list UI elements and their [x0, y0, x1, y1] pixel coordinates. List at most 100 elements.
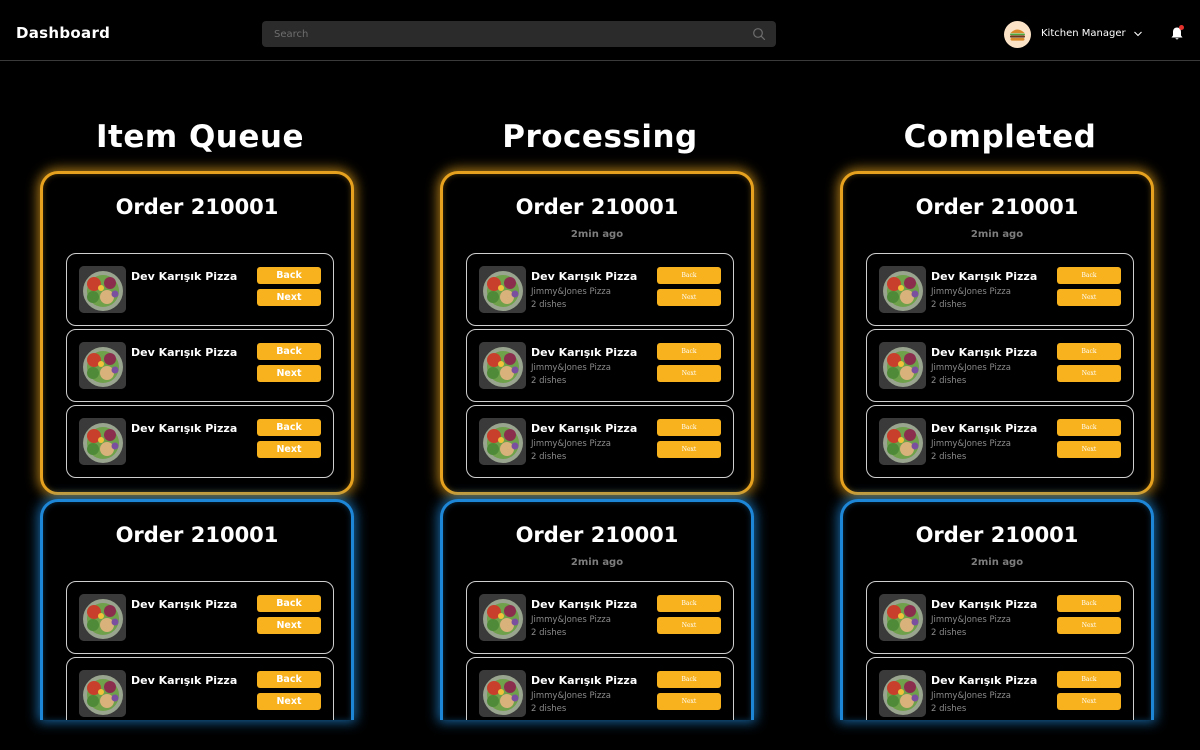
notification-badge [1179, 25, 1184, 30]
pizza-bowl-image [479, 670, 526, 717]
order-card: Order 210001 Dev Karışık Pizza Back Next Dev… [40, 171, 354, 495]
next-button[interactable]: Next [257, 441, 321, 458]
order-item[interactable]: Dev Karışık Pizza Jimmy&Jones Pizza 2 dish… [866, 405, 1134, 478]
next-button[interactable]: Next [1057, 617, 1121, 634]
back-button[interactable]: Back [1057, 671, 1121, 688]
back-button[interactable]: Back [657, 267, 721, 284]
order-time: 2min ago [570, 229, 624, 240]
top-bar: Dashboard Kitchen Manager [0, 0, 1200, 61]
item-quantity: 2 dishes [531, 452, 567, 462]
item-quantity: 2 dishes [531, 376, 567, 386]
next-button[interactable]: Next [1057, 441, 1121, 458]
item-quantity: 2 dishes [931, 376, 967, 386]
next-button[interactable]: Next [257, 365, 321, 382]
order-time: 2min ago [570, 557, 624, 568]
order-item[interactable]: Dev Karışık Pizza Back Next [66, 329, 334, 402]
order-title: Order 210001 [115, 523, 279, 547]
order-item[interactable]: Dev Karışık Pizza Jimmy&Jones Pizza 2 dish… [466, 405, 734, 478]
back-button[interactable]: Back [657, 671, 721, 688]
order-time: 2min ago [970, 557, 1024, 568]
back-button[interactable]: Back [657, 595, 721, 612]
item-thumbnail [879, 670, 926, 717]
item-name: Dev Karışık Pizza [931, 674, 1038, 687]
item-thumbnail [479, 594, 526, 641]
user-name[interactable]: Kitchen Manager [1041, 28, 1126, 39]
pizza-bowl-image [79, 266, 126, 313]
pizza-bowl-image [79, 342, 126, 389]
item-name: Dev Karışık Pizza [931, 270, 1038, 283]
search-bar[interactable] [262, 21, 776, 47]
item-quantity: 2 dishes [931, 300, 967, 310]
item-thumbnail [879, 342, 926, 389]
next-button[interactable]: Next [657, 693, 721, 710]
search-input[interactable] [262, 21, 742, 47]
pizza-bowl-image [879, 266, 926, 313]
item-quantity: 2 dishes [531, 704, 567, 714]
next-button[interactable]: Next [257, 617, 321, 634]
avatar[interactable] [1004, 21, 1031, 48]
back-button[interactable]: Back [1057, 419, 1121, 436]
item-name: Dev Karışık Pizza [931, 346, 1038, 359]
order-item[interactable]: Dev Karışık Pizza Jimmy&Jones Pizza 2 dish… [466, 329, 734, 402]
next-button[interactable]: Next [1057, 693, 1121, 710]
back-button[interactable]: Back [1057, 267, 1121, 284]
order-item[interactable]: Dev Karışık Pizza Back Next [66, 405, 334, 478]
next-button[interactable]: Next [257, 693, 321, 710]
order-item[interactable]: Dev Karışık Pizza Jimmy&Jones Pizza 2 dish… [466, 657, 734, 720]
item-thumbnail [479, 418, 526, 465]
item-name: Dev Karışık Pizza [931, 598, 1038, 611]
back-button[interactable]: Back [1057, 343, 1121, 360]
pizza-bowl-image [879, 670, 926, 717]
next-button[interactable]: Next [657, 441, 721, 458]
order-card: Order 210001 2min ago Dev Karışık Pizza Jim… [440, 499, 754, 720]
order-item[interactable]: Dev Karışık Pizza Back Next [66, 253, 334, 326]
item-name: Dev Karışık Pizza [531, 422, 638, 435]
item-restaurant: Jimmy&Jones Pizza [931, 615, 1011, 625]
item-thumbnail [479, 266, 526, 313]
order-item[interactable]: Dev Karışık Pizza Back Next [66, 581, 334, 654]
item-name: Dev Karışık Pizza [131, 346, 238, 359]
next-button[interactable]: Next [1057, 365, 1121, 382]
pizza-bowl-image [879, 418, 926, 465]
search-icon[interactable] [752, 27, 766, 41]
order-item[interactable]: Dev Karışık Pizza Back Next [66, 657, 334, 720]
order-item[interactable]: Dev Karışık Pizza Jimmy&Jones Pizza 2 dish… [466, 253, 734, 326]
next-button[interactable]: Next [657, 365, 721, 382]
order-card: Order 210001 2min ago Dev Karışık Pizza Jim… [840, 171, 1154, 495]
item-name: Dev Karışık Pizza [131, 270, 238, 283]
item-restaurant: Jimmy&Jones Pizza [531, 287, 611, 297]
order-item[interactable]: Dev Karışık Pizza Jimmy&Jones Pizza 2 dish… [866, 329, 1134, 402]
next-button[interactable]: Next [657, 617, 721, 634]
column-title-0: Item Queue [95, 119, 304, 155]
back-button[interactable]: Back [257, 343, 321, 360]
item-restaurant: Jimmy&Jones Pizza [531, 439, 611, 449]
order-card: Order 210001 2min ago Dev Karışık Pizza Jim… [440, 171, 754, 495]
pizza-bowl-image [79, 418, 126, 465]
order-item[interactable]: Dev Karışık Pizza Jimmy&Jones Pizza 2 dish… [866, 581, 1134, 654]
item-name: Dev Karışık Pizza [531, 598, 638, 611]
order-item[interactable]: Dev Karışık Pizza Jimmy&Jones Pizza 2 dish… [866, 253, 1134, 326]
item-restaurant: Jimmy&Jones Pizza [531, 363, 611, 373]
back-button[interactable]: Back [257, 671, 321, 688]
order-title: Order 210001 [915, 523, 1079, 547]
item-thumbnail [879, 418, 926, 465]
next-button[interactable]: Next [1057, 289, 1121, 306]
back-button[interactable]: Back [257, 419, 321, 436]
item-quantity: 2 dishes [531, 628, 567, 638]
pizza-bowl-image [479, 266, 526, 313]
back-button[interactable]: Back [1057, 595, 1121, 612]
item-quantity: 2 dishes [931, 452, 967, 462]
back-button[interactable]: Back [257, 595, 321, 612]
next-button[interactable]: Next [657, 289, 721, 306]
back-button[interactable]: Back [257, 267, 321, 284]
pizza-bowl-image [879, 594, 926, 641]
back-button[interactable]: Back [657, 419, 721, 436]
next-button[interactable]: Next [257, 289, 321, 306]
column-title-1: Processing [502, 119, 698, 155]
order-item[interactable]: Dev Karışık Pizza Jimmy&Jones Pizza 2 dish… [866, 657, 1134, 720]
chevron-down-icon[interactable] [1133, 30, 1143, 38]
order-item[interactable]: Dev Karışık Pizza Jimmy&Jones Pizza 2 dish… [466, 581, 734, 654]
back-button[interactable]: Back [657, 343, 721, 360]
item-name: Dev Karışık Pizza [531, 674, 638, 687]
item-name: Dev Karışık Pizza [131, 422, 238, 435]
